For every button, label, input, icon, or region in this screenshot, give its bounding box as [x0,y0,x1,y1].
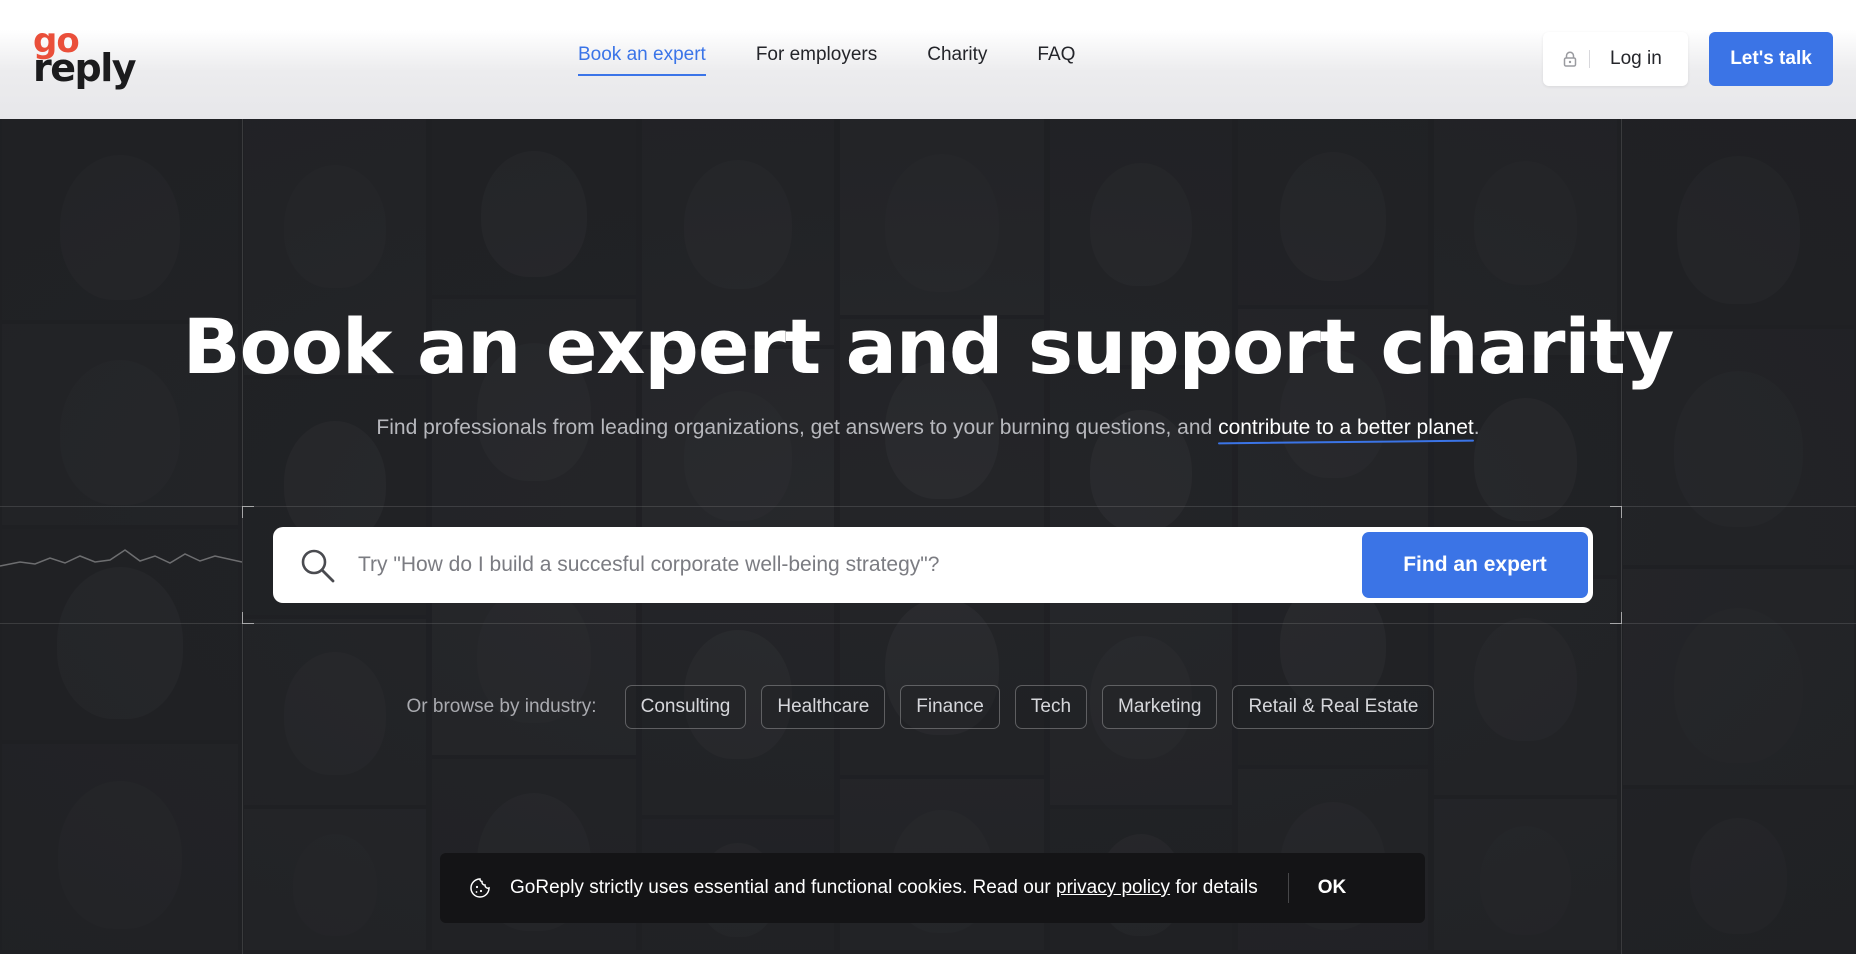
industry-chip-retail-real-estate[interactable]: Retail & Real Estate [1232,685,1435,729]
find-expert-button[interactable]: Find an expert [1362,532,1588,598]
nav-faq[interactable]: FAQ [1037,44,1075,66]
industry-browse: Or browse by industry: Consulting Health… [0,685,1856,729]
subtitle-text: Find professionals from leading organiza… [376,416,1219,439]
grid-line [1621,119,1622,954]
industry-chip-healthcare[interactable]: Healthcare [761,685,886,729]
cookie-ok-button[interactable]: OK [1318,877,1347,899]
industry-chip-consulting[interactable]: Consulting [624,685,747,729]
hero-title: Book an expert and support charity [182,302,1675,391]
cookie-text: GoReply strictly uses essential and func… [510,877,1258,898]
industry-chip-tech[interactable]: Tech [1014,685,1088,729]
cookie-divider [1287,873,1289,903]
frame-corner [1610,506,1622,518]
site-header: go reply Book an expert For employers Ch… [0,0,1856,119]
search-bar[interactable]: Try "How do I build a succesful corporat… [273,527,1593,603]
goreply-logo[interactable]: go reply [33,24,137,88]
nav-for-employers[interactable]: For employers [756,44,877,66]
grid-line [0,506,1856,507]
search-input[interactable]: Try "How do I build a succesful corporat… [358,527,939,603]
privacy-policy-link[interactable]: privacy policy [1056,877,1170,898]
lock-icon [1563,51,1577,67]
nav-charity[interactable]: Charity [927,44,987,66]
subtitle-highlight: contribute to a better planet [1218,416,1474,439]
logo-reply: reply [33,46,137,90]
subtitle-end: . [1473,416,1480,439]
industry-chip-finance[interactable]: Finance [900,685,1000,729]
hero-subtitle: Find professionals from leading organiza… [0,416,1856,440]
decorative-wave [0,549,242,567]
industry-chip-marketing[interactable]: Marketing [1102,685,1218,729]
login-label: Log in [1610,48,1662,69]
cookie-banner: GoReply strictly uses essential and func… [440,853,1425,923]
main-nav: Book an expert For employers Charity FAQ [578,44,1075,76]
nav-book-an-expert[interactable]: Book an expert [578,44,706,76]
lets-talk-button[interactable]: Let's talk [1709,32,1833,86]
grid-line [242,119,243,954]
frame-corner [242,506,254,518]
login-button[interactable]: Log in [1543,32,1688,86]
grid-line [0,623,1856,624]
hero-section: Book an expert and support charity Find … [0,119,1856,954]
cookie-icon [469,877,491,899]
login-divider [1589,50,1590,68]
frame-corner [242,612,254,624]
frame-corner [1610,612,1622,624]
browse-label: Or browse by industry: [406,696,597,717]
search-icon [299,547,337,585]
